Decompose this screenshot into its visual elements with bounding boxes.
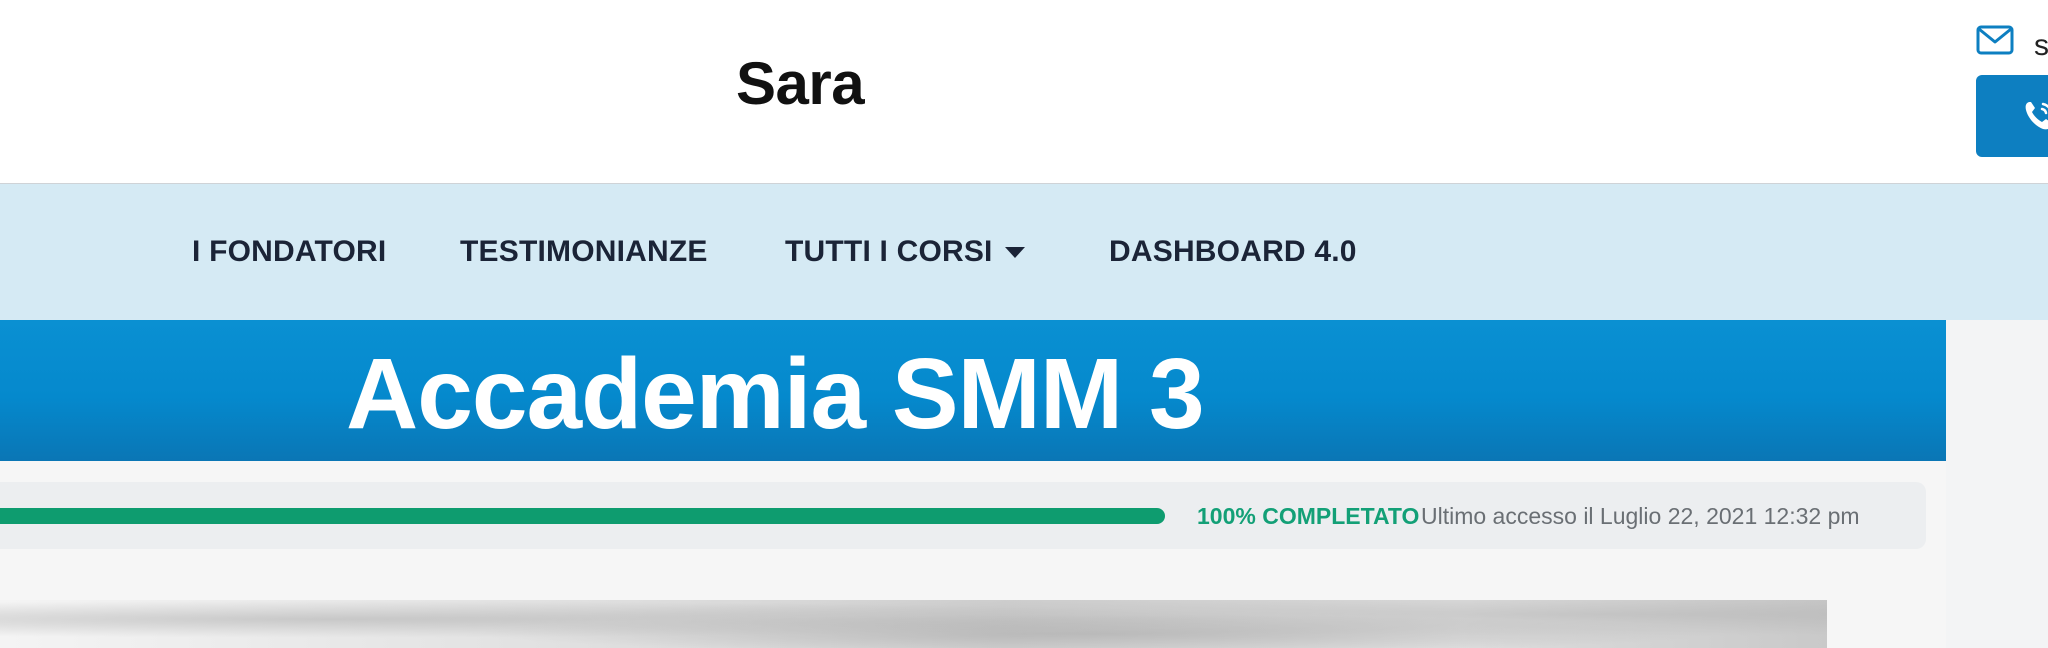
site-header: Sara s <box>0 0 2048 184</box>
main-navigation: I FONDATORI TESTIMONIANZE TUTTI I CORSI … <box>0 184 2048 320</box>
sidebar-background <box>1946 320 2048 648</box>
course-title: Accademia SMM 3 <box>346 338 1205 450</box>
progress-bar-fill <box>0 508 1165 524</box>
page: Sara s I FONDATORI TESTIMONIANZE TUTTI I… <box>0 0 2048 648</box>
nav-item-fondatori[interactable]: I FONDATORI <box>192 230 386 274</box>
nav-item-label: TUTTI I CORSI <box>785 235 993 268</box>
user-name: Sara <box>736 50 865 117</box>
nav-item-label: I FONDATORI <box>192 235 387 268</box>
nav-item-testimonianze[interactable]: TESTIMONIANZE <box>460 230 708 274</box>
chevron-down-icon[interactable] <box>1005 247 1025 258</box>
nav-item-tutti-i-corsi[interactable]: TUTTI I CORSI <box>785 230 1025 274</box>
progress-percent-label: 100% COMPLETATO <box>1197 503 1420 529</box>
phone-icon <box>2025 102 2048 130</box>
nav-item-label: DASHBOARD 4.0 <box>1109 235 1357 268</box>
envelope-icon[interactable] <box>1976 25 2014 55</box>
nav-item-label: TESTIMONIANZE <box>460 235 708 268</box>
nav-item-dashboard[interactable]: DASHBOARD 4.0 <box>1109 230 1357 274</box>
course-content: 100% COMPLETATO Ultimo accesso il Luglio… <box>0 461 1946 648</box>
course-cover-image <box>0 600 1827 648</box>
progress-bar <box>0 508 1165 524</box>
course-progress: 100% COMPLETATO Ultimo accesso il Luglio… <box>0 482 1926 549</box>
phone-button[interactable] <box>1976 75 2048 157</box>
email-link[interactable]: s <box>2034 26 2048 66</box>
last-access-text: Ultimo accesso il Luglio 22, 2021 12:32 … <box>1421 503 1860 529</box>
course-banner: Accademia SMM 3 <box>0 320 1946 461</box>
